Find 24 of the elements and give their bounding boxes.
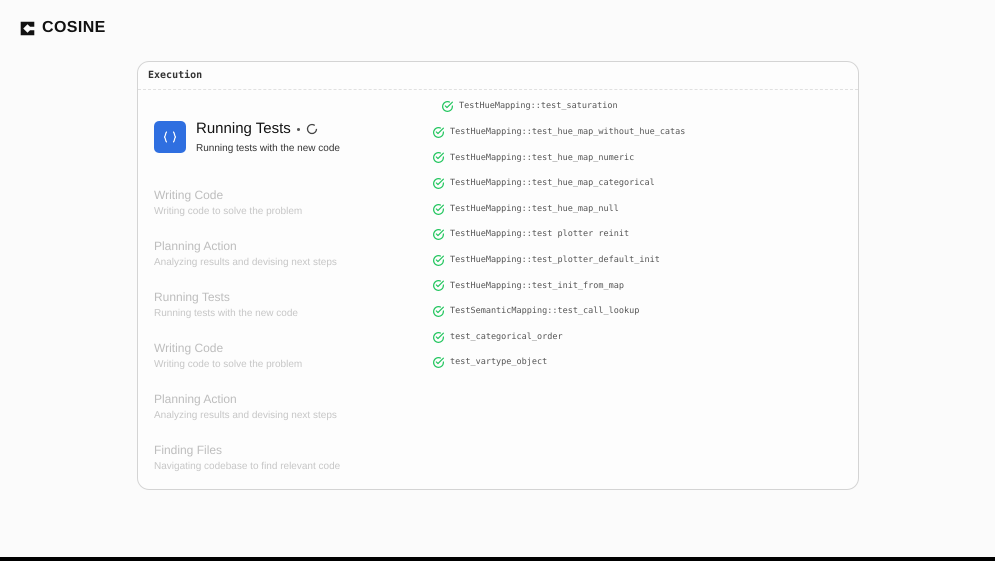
test-name: TestSemanticMapping::test_call_lookup [450,305,640,318]
code-braces-icon [154,120,186,153]
step-title: Planning Action [154,238,238,254]
spinner-icon [306,123,318,136]
step-title: Planning Action [154,390,238,408]
test-name: TestHueMapping::test_hue_map_without_hue_catas [450,126,686,139]
step-title: Finding Files [154,442,224,458]
test-name: test_vartype_object [450,356,548,370]
test-name: TestHueMapping::test_saturation [459,100,618,114]
test-name: TestHueMapping::test_hue_map_categorical [450,177,655,190]
test-name: TestHueMapping::test_init_from_map [450,280,624,292]
step-subtitle: Running tests with the new code [196,142,340,156]
test-name: test_categorical_order [450,330,563,344]
panel-title: Execution [148,68,202,83]
step-title: Running Tests [154,288,231,306]
step-title: Writing Code [154,340,224,356]
brand-name: COSINE [42,18,106,38]
test-name: TestHueMapping::test plotter reinit [450,228,630,242]
test-name: TestHueMapping::test_plotter_default_init [450,254,660,267]
test-name: TestHueMapping::test_hue_map_numeric [450,152,634,164]
step-title: Writing Code [154,186,224,204]
test-name: TestHueMapping::test_hue_map_null [450,202,619,216]
step-title: Running Tests [196,119,291,139]
logo-icon [19,20,36,36]
